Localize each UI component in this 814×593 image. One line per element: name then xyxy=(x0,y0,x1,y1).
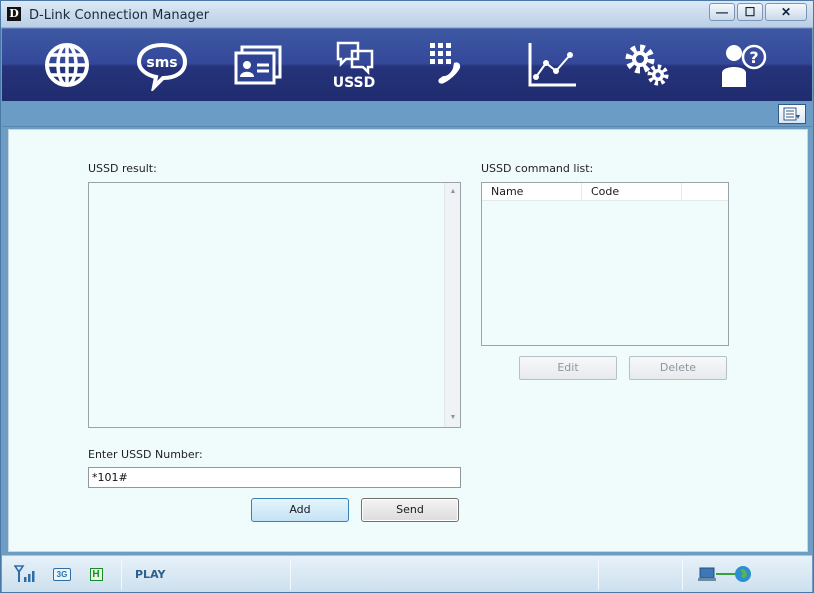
close-button[interactable]: ✕ xyxy=(765,3,807,21)
toolbar-sms-button[interactable]: sms xyxy=(132,39,192,91)
send-button[interactable]: Send xyxy=(361,498,459,522)
scroll-down-icon[interactable]: ▼ xyxy=(445,411,461,425)
hspa-icon: H xyxy=(88,565,104,583)
hspa-badge: H xyxy=(89,567,103,581)
ussd-icon: USSD xyxy=(333,41,376,91)
scroll-up-icon[interactable]: ▲ xyxy=(445,185,461,199)
settings-gears-icon xyxy=(625,44,669,86)
sms-icon: sms xyxy=(136,42,188,91)
phone-dialpad-icon xyxy=(430,43,461,84)
status-divider xyxy=(121,559,122,590)
toolbar-phonebook-button[interactable] xyxy=(228,39,288,91)
status-divider xyxy=(682,559,683,590)
signal-strength-icon xyxy=(14,565,38,583)
edit-button[interactable]: Edit xyxy=(519,356,617,380)
toolbar-help-button[interactable]: ? xyxy=(712,39,772,91)
svg-text:?: ? xyxy=(749,48,758,67)
network-3g-badge: 3G xyxy=(53,567,71,581)
globe-icon xyxy=(45,43,89,87)
title-bar[interactable]: D D-Link Connection Manager — ☐ ✕ xyxy=(1,1,813,28)
operator-name: PLAY xyxy=(135,568,166,581)
sub-toolbar xyxy=(2,101,812,127)
sms-icon-text: sms xyxy=(146,55,177,71)
window-title: D-Link Connection Manager xyxy=(29,8,210,23)
minimize-button[interactable]: — xyxy=(709,3,735,21)
status-divider xyxy=(598,559,599,590)
ussd-result-label: USSD result: xyxy=(88,162,157,175)
status-divider xyxy=(290,559,291,590)
delete-button[interactable]: Delete xyxy=(629,356,727,380)
toolbar-statistics-button[interactable] xyxy=(522,39,582,91)
toolbar-internet-button[interactable] xyxy=(37,39,97,91)
app-window: D D-Link Connection Manager — ☐ ✕ sms US… xyxy=(0,0,814,593)
ussd-result-textarea[interactable]: ▲ ▼ xyxy=(88,182,461,428)
status-bar: 3G H PLAY xyxy=(2,555,812,592)
main-toolbar: sms USSD ? xyxy=(2,28,812,101)
ussd-number-input[interactable]: *101# xyxy=(88,467,461,488)
ussd-panel: USSD result: ▲ ▼ USSD command list: Name… xyxy=(8,129,808,552)
toolbar-call-button[interactable] xyxy=(420,39,480,91)
add-button[interactable]: Add xyxy=(251,498,349,522)
contacts-icon xyxy=(234,45,282,85)
list-view-icon xyxy=(783,107,800,121)
connected-globe-icon[interactable] xyxy=(698,565,754,583)
result-scrollbar[interactable]: ▲ ▼ xyxy=(444,183,460,427)
ussd-icon-text: USSD xyxy=(333,75,376,91)
column-header-name[interactable]: Name xyxy=(482,183,582,201)
toolbar-ussd-button[interactable]: USSD xyxy=(324,39,384,91)
enter-ussd-number-label: Enter USSD Number: xyxy=(88,448,203,461)
toolbar-settings-button[interactable] xyxy=(616,39,676,91)
help-user-icon: ? xyxy=(722,44,767,87)
dlink-logo-icon: D xyxy=(7,7,21,21)
maximize-button[interactable]: ☐ xyxy=(737,3,763,21)
window-controls: — ☐ ✕ xyxy=(709,3,807,21)
network-3g-icon: 3G xyxy=(52,565,72,583)
column-header-code[interactable]: Code xyxy=(582,183,682,201)
view-options-button[interactable] xyxy=(778,104,806,124)
ussd-command-list-label: USSD command list: xyxy=(481,162,594,175)
statistics-chart-icon xyxy=(528,43,576,87)
ussd-command-list[interactable]: Name Code xyxy=(481,182,729,346)
command-list-header: Name Code xyxy=(482,183,728,201)
column-header-filler xyxy=(682,183,728,201)
